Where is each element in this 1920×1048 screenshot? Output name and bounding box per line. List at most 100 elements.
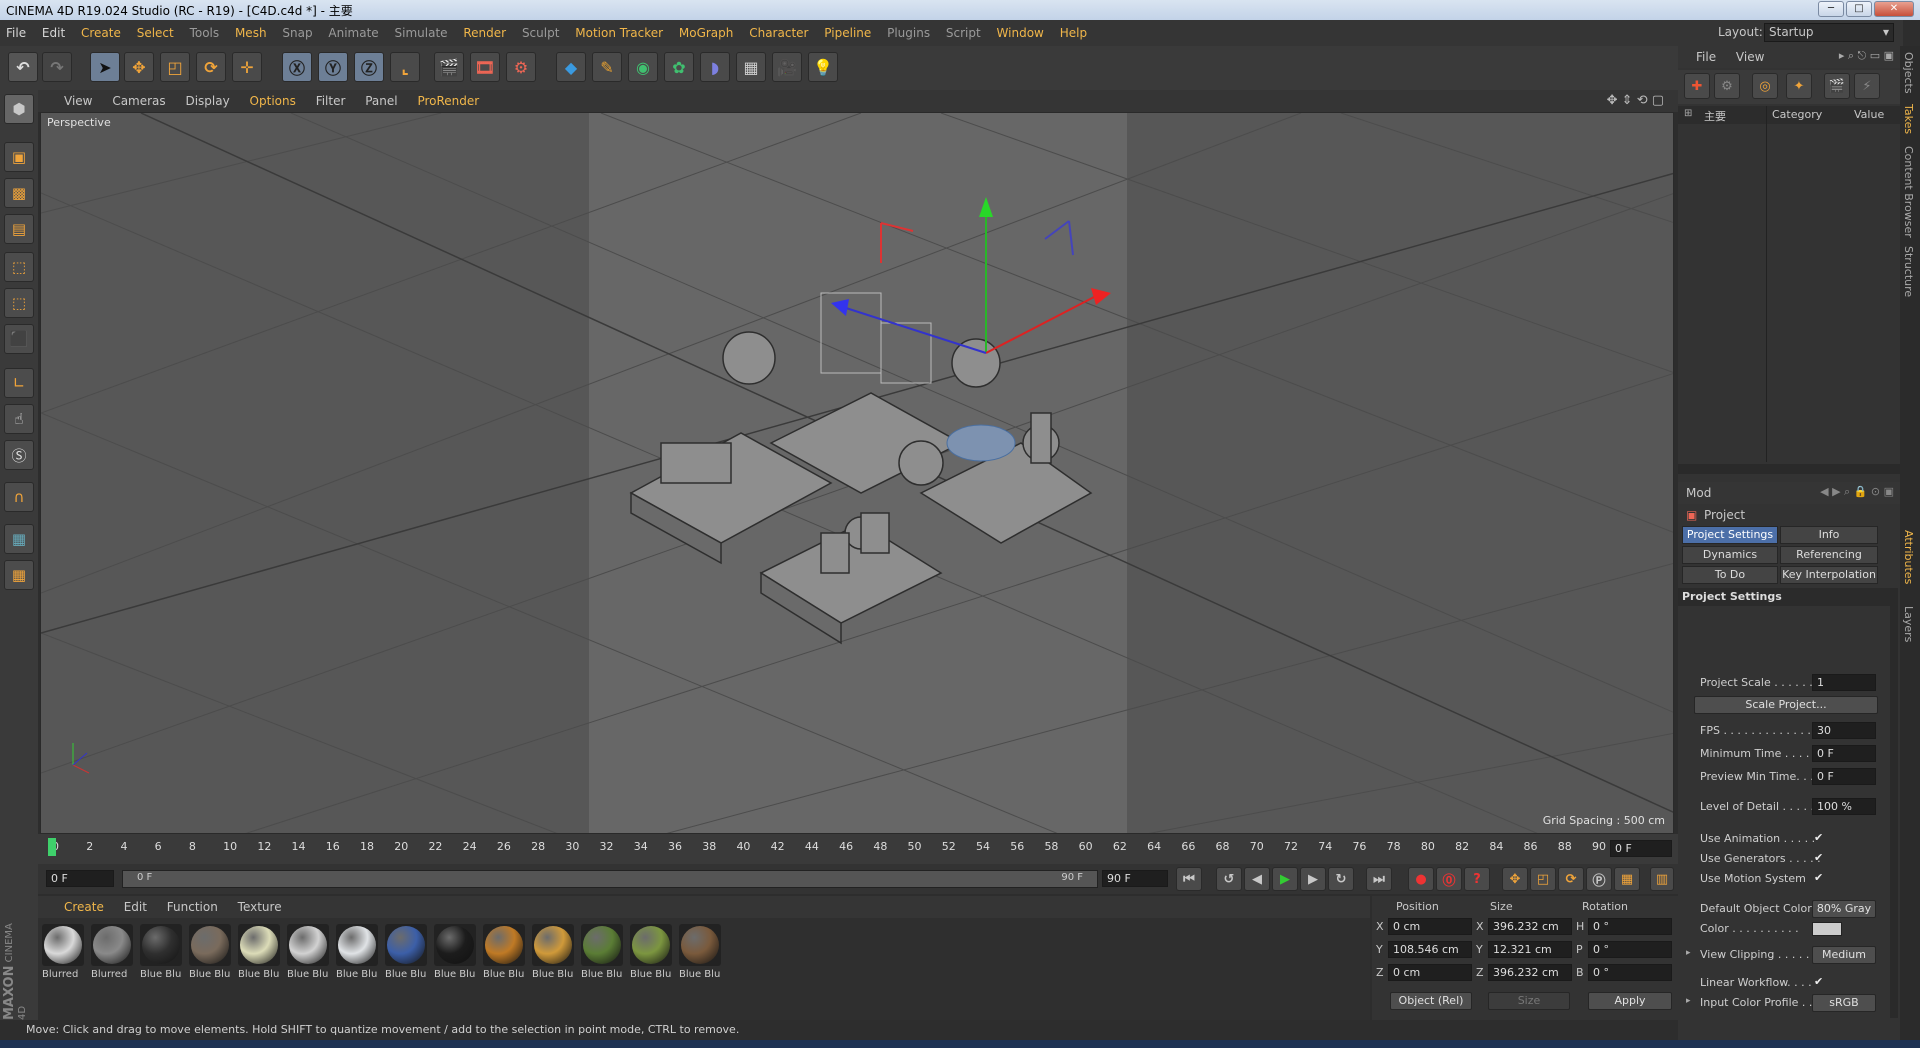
attributes-scrollbar[interactable] [1890,588,1898,1018]
material-item[interactable]: Blue Blu [434,924,478,984]
redo-icon[interactable]: ↷ [42,52,72,82]
material-item[interactable]: Blue Blu [679,924,723,984]
side-tab-layers[interactable]: Layers [1902,606,1915,642]
undo-icon[interactable]: ↶ [8,52,38,82]
take-clone-icon[interactable]: ⚙ [1714,73,1740,99]
perspective-viewport[interactable]: Perspective Grid Spacing : 500 cm [40,112,1674,834]
range-slider[interactable]: 0 F 90 F [122,870,1098,888]
menu-pipeline[interactable]: Pipeline [818,20,877,46]
mat-menu-texture[interactable]: Texture [230,896,290,918]
menu-animate[interactable]: Animate [322,20,384,46]
cube-icon[interactable]: ◆ [556,52,586,82]
preview-min-time-field[interactable]: 0 F [1812,768,1876,785]
keyframe-selection-icon[interactable]: ? [1464,867,1490,891]
range-end-field[interactable]: 90 F [1102,870,1168,887]
tab-key-interpolation[interactable]: Key Interpolation [1780,566,1878,584]
model-mode-icon[interactable]: ▣ [4,142,34,172]
close-button[interactable]: ✕ [1874,1,1914,17]
position-x-field[interactable]: 0 cm [1388,918,1472,935]
texture-mode-icon[interactable]: ▩ [4,178,34,208]
use-animation-checkbox[interactable]: ✔ [1814,832,1826,844]
snap-icon[interactable]: ∩ [4,482,34,512]
mat-menu-edit[interactable]: Edit [116,896,155,918]
tab-to-do[interactable]: To Do [1682,566,1778,584]
minimum-time-field[interactable]: 0 F [1812,745,1876,762]
key-rotation-icon[interactable]: ⟳ [1558,867,1584,891]
deformer-icon[interactable]: ◗ [700,52,730,82]
tweak-mode-icon[interactable]: ☝ [4,404,34,434]
minimize-button[interactable]: ─ [1818,1,1844,17]
menu-help[interactable]: Help [1054,20,1093,46]
material-item[interactable]: Blurred [91,924,135,984]
next-frame-icon[interactable]: ▶ [1300,867,1326,891]
workplane-icon[interactable]: ▤ [4,214,34,244]
material-item[interactable]: Blue Blu [189,924,233,984]
color-swatch[interactable] [1812,922,1842,936]
prev-key-icon[interactable]: ↺ [1216,867,1242,891]
key-position-icon[interactable]: ✥ [1502,867,1528,891]
side-tab-content-browser[interactable]: Content Browser [1902,146,1915,238]
timeline-ruler[interactable]: 0246810121416182022242628303234363840424… [38,834,1678,864]
render-take-icon[interactable]: 🎬 [1824,73,1850,99]
take-main-item[interactable]: 主要 [1704,108,1726,124]
lock-workplane-icon[interactable]: ▦ [4,524,34,554]
play-icon[interactable]: ▶ [1272,867,1298,891]
solo-icon[interactable]: Ⓢ [4,440,34,470]
maximize-button[interactable]: □ [1846,1,1872,17]
material-item[interactable]: Blue Blu [630,924,674,984]
take-lock-icon[interactable]: ⚡ [1854,73,1880,99]
render-view-icon[interactable]: 🎬 [434,52,464,82]
edges-mode-icon[interactable]: ⬚ [4,288,34,318]
autokey-icon[interactable]: ⓪ [1436,867,1462,891]
planar-workplane-icon[interactable]: ▦ [4,560,34,590]
subdivision-icon[interactable]: ◉ [628,52,658,82]
input-color-profile-dropdown[interactable]: sRGB [1812,994,1876,1012]
menu-simulate[interactable]: Simulate [389,20,454,46]
menu-tools[interactable]: Tools [184,20,226,46]
move-icon[interactable]: ✥ [124,52,154,82]
material-item[interactable]: Blue Blu [385,924,429,984]
viewport-nav-icon[interactable]: ✥ ⇕ ⟲ ▢ [1607,93,1664,108]
override-icon[interactable]: ✦ [1786,73,1812,99]
y-axis-icon[interactable]: Ⓨ [318,52,348,82]
side-tab-objects[interactable]: Objects [1902,52,1915,94]
go-to-end-icon[interactable]: ⏭ [1366,867,1392,891]
menu-edit[interactable]: Edit [36,20,71,46]
tab-referencing[interactable]: Referencing [1780,546,1878,564]
expand-arrow-icon[interactable]: ▸ [1686,996,1691,1006]
apply-button[interactable]: Apply [1588,992,1672,1010]
transform-icon[interactable]: ✛ [232,52,262,82]
menu-select[interactable]: Select [131,20,180,46]
points-mode-icon[interactable]: ⬚ [4,252,34,282]
material-item[interactable]: Blue Blu [140,924,184,984]
rotation-h-field[interactable]: 0 ° [1588,918,1672,935]
material-item[interactable]: Blue Blu [532,924,576,984]
linear-workflow-checkbox[interactable]: ✔ [1814,976,1826,988]
record-icon[interactable]: ● [1408,867,1434,891]
key-scale-icon[interactable]: ◰ [1530,867,1556,891]
coordinate-icon[interactable]: ⌞ [390,52,420,82]
default-object-color-dropdown[interactable]: 80% Gray [1812,900,1876,918]
next-key-icon[interactable]: ↻ [1328,867,1354,891]
scale-icon[interactable]: ◰ [160,52,190,82]
material-item[interactable]: Blue Blu [483,924,527,984]
takes-scrollbar[interactable] [1678,464,1900,474]
side-tab-takes[interactable]: Takes [1902,104,1915,134]
auto-take-icon[interactable]: ◎ [1752,73,1778,99]
fps-field[interactable]: 30 [1812,722,1876,739]
tab-project-settings[interactable]: Project Settings [1682,526,1778,544]
render-picture-icon[interactable]: 🎞 [470,52,500,82]
menu-mograph[interactable]: MoGraph [673,20,740,46]
range-start-field[interactable]: 0 F [46,870,114,887]
key-pla-icon[interactable]: ▦ [1614,867,1640,891]
timeline-window-icon[interactable]: ▥ [1650,867,1674,891]
position-z-field[interactable]: 0 cm [1388,964,1472,981]
size-x-field[interactable]: 396.232 cm [1488,918,1572,935]
use-motion-system-checkbox[interactable]: ✔ [1814,872,1826,884]
position-y-field[interactable]: 108.546 cm [1388,941,1472,958]
new-take-icon[interactable]: ✚ [1684,73,1710,99]
key-parameter-icon[interactable]: Ⓟ [1586,867,1612,891]
go-to-start-icon[interactable]: ⏮ [1176,867,1202,891]
make-editable-icon[interactable]: ⬢ [4,94,34,124]
project-scale-field[interactable]: 1 [1812,674,1876,691]
